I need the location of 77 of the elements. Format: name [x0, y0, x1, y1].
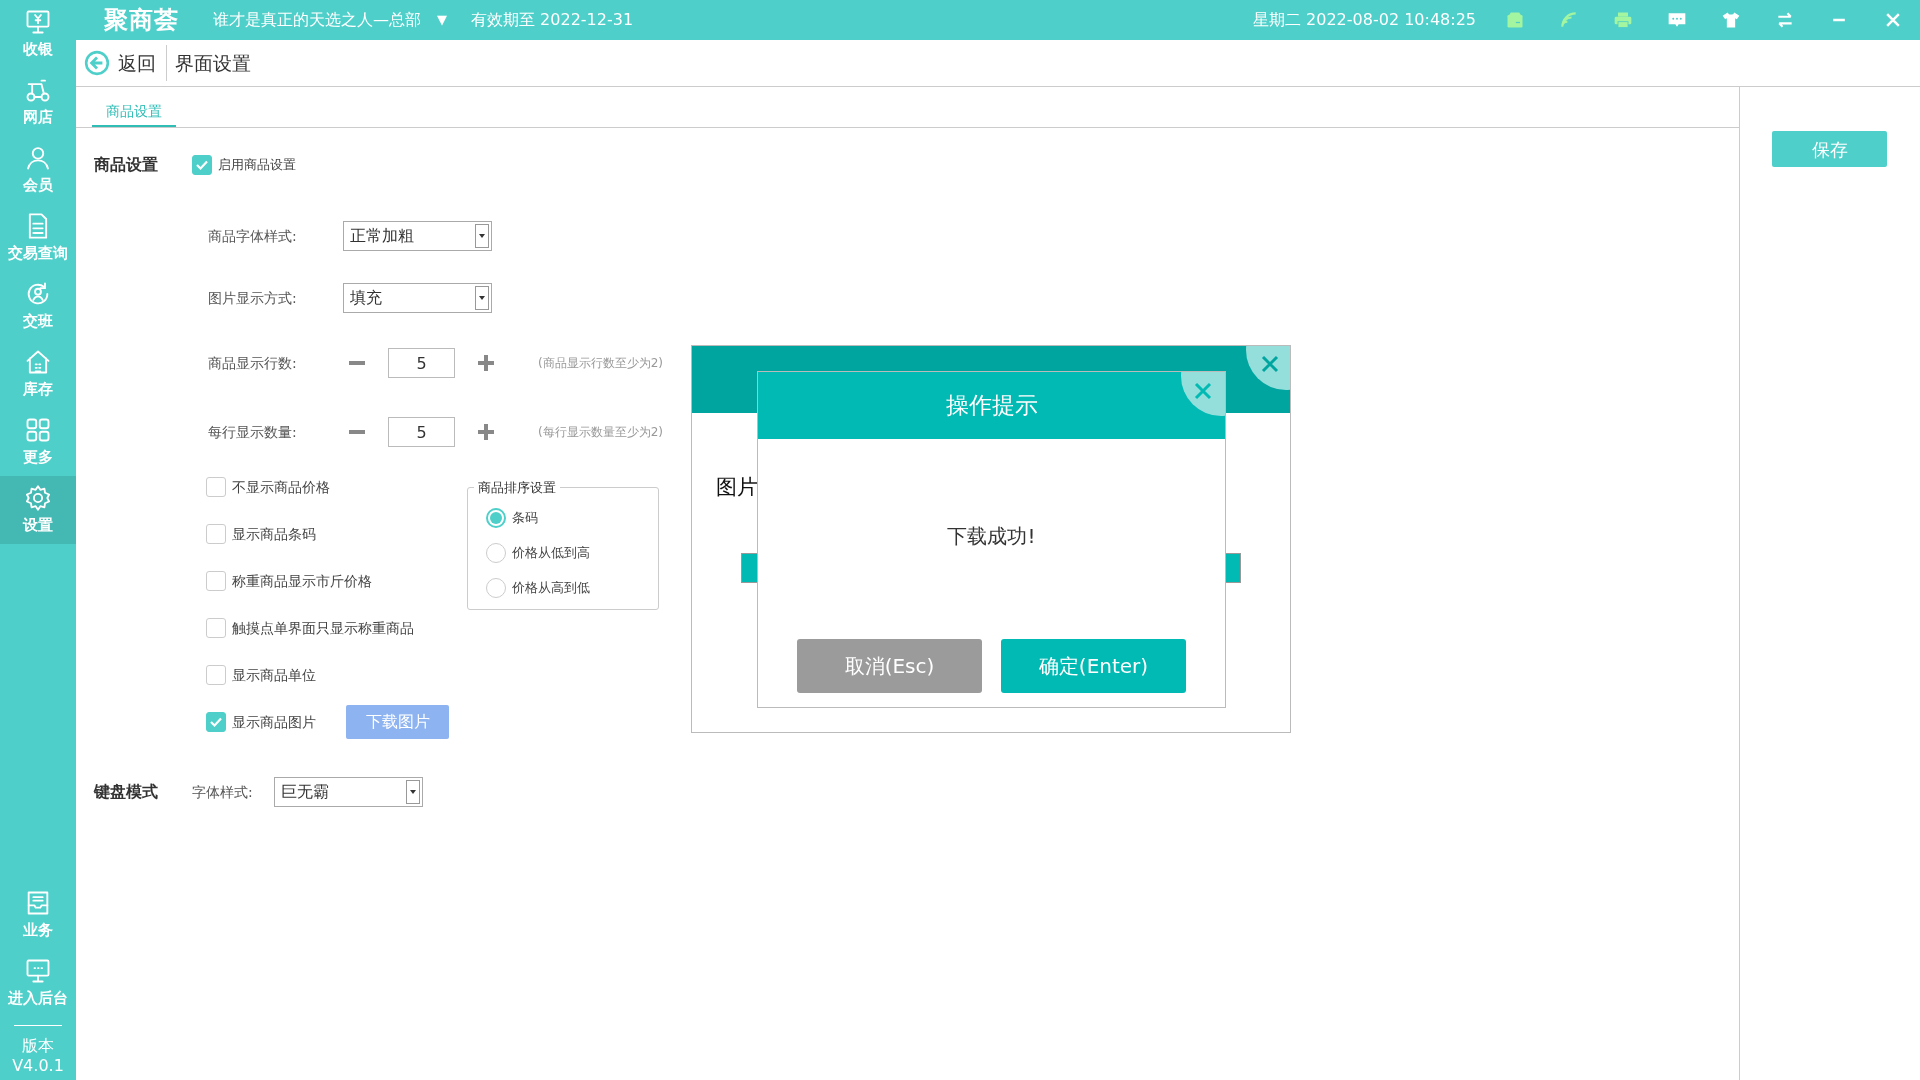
version-label: 版本 — [22, 1036, 54, 1056]
checkbox-label: 显示商品条码 — [232, 524, 316, 544]
hint-text: (每行显示数量至少为2) — [538, 424, 663, 441]
field-label: 每行显示数量: — [208, 422, 298, 442]
shirt-icon[interactable] — [1721, 10, 1741, 30]
expiry-date: 有效期至 2022-12-31 — [471, 9, 634, 31]
page-title: 界面设置 — [175, 50, 251, 76]
sidebar-item[interactable]: 交班 — [0, 272, 76, 340]
radio-label: 条码 — [512, 508, 538, 527]
sidebar-item[interactable]: 会员 — [0, 136, 76, 204]
field-label: 商品显示行数: — [208, 353, 298, 373]
checkbox-label: 触摸点单界面只显示称重商品 — [232, 618, 414, 638]
minus-icon — [349, 430, 365, 434]
check-icon — [209, 715, 223, 729]
checkbox-label: 不显示商品价格 — [232, 477, 330, 497]
check-icon — [195, 158, 209, 172]
checkbox[interactable] — [206, 618, 226, 638]
download-button[interactable]: 下载图片 — [346, 705, 449, 739]
close-icon — [1260, 354, 1280, 374]
minus-icon — [349, 361, 365, 365]
close-icon — [1193, 381, 1213, 401]
number-field[interactable]: 5 — [388, 417, 455, 447]
section-label: 键盘模式 — [94, 781, 159, 803]
field-label: 商品字体样式: — [208, 226, 298, 246]
sidebar-item[interactable]: 设置 — [0, 476, 76, 544]
caret-icon — [479, 234, 485, 238]
radio-button[interactable] — [486, 542, 506, 563]
select-field[interactable]: 填充 — [343, 283, 492, 313]
select-field[interactable]: 正常加粗 — [343, 221, 492, 251]
package-icon[interactable] — [1505, 10, 1525, 30]
sidebar-item[interactable]: 交易查询 — [0, 204, 76, 272]
dialog-title: 操作提示 — [945, 391, 1038, 421]
app-logo: 聚商荟 — [104, 5, 179, 36]
checkbox[interactable] — [206, 712, 226, 732]
number-field[interactable]: 5 — [388, 348, 455, 378]
plus-icon — [478, 355, 494, 371]
radio-button[interactable] — [486, 577, 506, 598]
checkbox-label: 显示商品单位 — [232, 665, 316, 685]
sidebar-item[interactable]: 进入后台 — [0, 949, 76, 1017]
cancel-button[interactable]: 取消(Esc) — [797, 639, 982, 693]
caret-icon — [410, 790, 416, 794]
sidebar-item[interactable]: 更多 — [0, 408, 76, 476]
date-time: 星期二 2022-08-02 10:48:25 — [1253, 9, 1476, 31]
select-field[interactable]: 巨无霸 — [274, 777, 423, 807]
checkbox[interactable] — [206, 571, 226, 591]
store-name: 谁才是真正的天选之人—总部 — [213, 9, 421, 31]
confirm-button[interactable]: 确定(Enter) — [1001, 639, 1186, 693]
field-label: 图片 — [716, 474, 758, 501]
version-number: V4.0.1 — [12, 1056, 64, 1076]
field-label: 图片显示方式: — [208, 288, 298, 308]
checkbox[interactable] — [206, 477, 226, 497]
hint-text: (商品显示行数至少为2) — [538, 355, 663, 372]
save-button[interactable]: 保存 — [1772, 131, 1887, 167]
checkbox[interactable] — [206, 665, 226, 685]
swap-icon[interactable] — [1775, 10, 1795, 30]
sidebar-item[interactable]: 收银 — [0, 0, 76, 68]
sidebar-item[interactable]: 业务 — [0, 881, 76, 949]
checkbox-label: 称重商品显示市斤价格 — [232, 571, 372, 591]
printer-icon[interactable] — [1613, 10, 1633, 30]
sidebar-item[interactable]: 网店 — [0, 68, 76, 136]
section-label: 商品设置 — [94, 154, 159, 176]
checkbox-label: 启用商品设置 — [218, 156, 296, 175]
caret-icon — [479, 296, 485, 300]
radio-label: 价格从高到低 — [512, 578, 590, 597]
sidebar-item[interactable]: 库存 — [0, 340, 76, 408]
tab[interactable]: 商品设置 — [92, 101, 176, 127]
plus-icon — [478, 424, 494, 440]
radio-button[interactable] — [486, 507, 506, 528]
checkbox[interactable] — [192, 155, 212, 175]
back-button[interactable]: 返回 — [80, 45, 167, 81]
checkbox[interactable] — [206, 524, 226, 544]
radio-label: 价格从低到高 — [512, 543, 590, 562]
checkbox-label: 显示商品图片 — [232, 712, 316, 732]
settings-icon — [24, 483, 52, 512]
field-label: 字体样式: — [192, 782, 254, 802]
message-text: 下载成功! — [946, 523, 1037, 550]
dropdown-caret[interactable]: ▼ — [437, 10, 447, 30]
